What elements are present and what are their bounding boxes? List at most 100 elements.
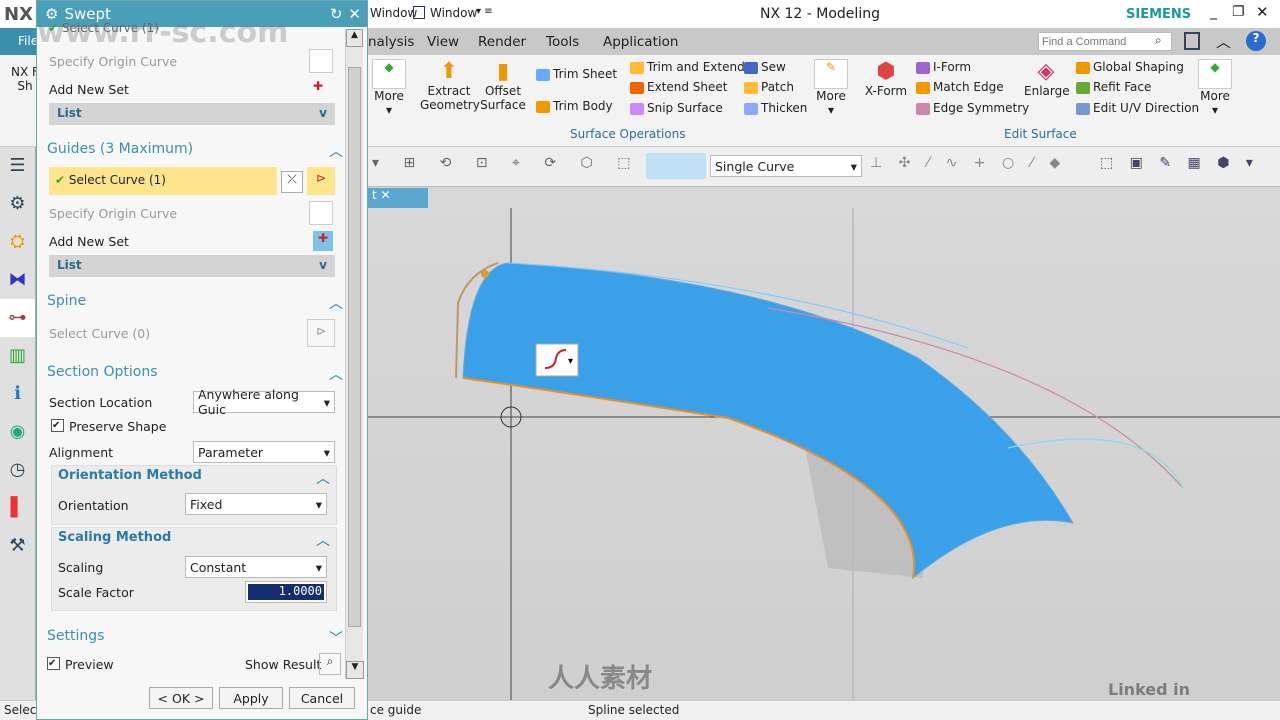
ok-button[interactable]: < OK > [149, 687, 213, 709]
minimize-button[interactable]: _ [1210, 4, 1217, 20]
i-form-button[interactable]: I-Form [916, 60, 971, 74]
spine-curve-select-icon[interactable]: ⊳ [307, 319, 335, 347]
window-layout-icon[interactable] [1184, 32, 1200, 50]
scaling-dropdown[interactable]: Constant ▾ [185, 556, 327, 578]
enlarge-button[interactable]: ◈ Enlarge [1024, 59, 1070, 98]
reverse-direction-icon[interactable]: ⤫ [281, 171, 303, 193]
file-tab[interactable]: File [0, 28, 40, 55]
guides-section-header[interactable]: Guides (3 Maximum) ︿ [47, 141, 343, 160]
list-toggle-1[interactable]: List v [49, 103, 335, 125]
x-form-button[interactable]: ⬢ X-Form [862, 59, 910, 98]
info-feed-icon[interactable]: ℹ [0, 375, 35, 413]
view-tools-icons[interactable]: ⬚ ▣ ✎ ▦ ⬢ ▾ [1100, 155, 1259, 171]
origin-curve-icon-2[interactable] [309, 201, 333, 225]
spine-section-header[interactable]: Spine ︿ [47, 293, 343, 312]
sew-button[interactable]: Sew [744, 60, 786, 74]
history-icon[interactable]: ◷ [0, 451, 35, 489]
extend-sheet-button[interactable]: Extend Sheet [630, 80, 728, 94]
orientation-label: Orientation [58, 498, 129, 513]
add-new-set-button-1[interactable]: ✚ [313, 79, 323, 93]
more-button-3[interactable]: ◆ More ▾ [1198, 59, 1232, 117]
preview-checkbox[interactable]: ✔ [47, 657, 60, 670]
menu-analysis[interactable]: nalysis [368, 34, 414, 50]
menu-view[interactable]: View [427, 34, 459, 50]
snip-surface-button[interactable]: Snip Surface [630, 101, 723, 115]
menu-application[interactable]: Application [603, 34, 678, 50]
show-result-button[interactable]: ⌕ [319, 653, 341, 675]
specify-origin-curve-1[interactable]: Specify Origin Curve [49, 54, 177, 69]
settings-section-header[interactable]: Settings ﹀ [47, 628, 343, 647]
help-icon[interactable]: ? [1246, 31, 1266, 51]
match-edge-button[interactable]: Match Edge [916, 80, 1004, 94]
xform-icon: ⬢ [876, 59, 896, 84]
search-icon[interactable]: ⌕ [1155, 33, 1162, 48]
window-icon [413, 6, 425, 19]
web-browser-icon[interactable]: ◉ [0, 413, 35, 451]
apply-button[interactable]: Apply [219, 687, 283, 709]
patch-button[interactable]: Patch [744, 80, 794, 94]
watermark-site: www.rr-sc.com [37, 15, 289, 50]
orientation-dropdown[interactable]: Fixed ▾ [185, 493, 327, 515]
extract-geometry-button[interactable]: ⬆ Extract Geometry [420, 59, 480, 112]
snap-point-icons[interactable]: ⊥ ✣ ⁄ ∿ + ○ ⁄ ◆ [870, 155, 1066, 171]
cancel-button[interactable]: Cancel [289, 687, 355, 709]
origin-curve-icon[interactable] [309, 49, 333, 73]
scrollbar-thumb[interactable] [348, 67, 361, 627]
menu-render[interactable]: Render [478, 34, 526, 50]
edit-uv-direction-button[interactable]: Edit U/V Direction [1076, 101, 1199, 115]
refit-face-button[interactable]: Refit Face [1076, 80, 1151, 94]
global-shaping-button[interactable]: Global Shaping [1076, 60, 1184, 74]
window-menu-text[interactable]: Window [370, 6, 417, 20]
scale-factor-label: Scale Factor [58, 585, 134, 600]
constraint-navigator-icon[interactable]: ⧓ [0, 261, 35, 299]
curve-rule-dropdown[interactable]: Single Curve ▾ [710, 155, 862, 177]
guide-select-curve[interactable]: ✔ Select Curve (1) [49, 167, 277, 195]
dialog-scrollbar[interactable]: ▲ ▼ [345, 29, 364, 679]
preserve-shape-checkbox[interactable]: ✔ [51, 419, 64, 432]
alignment-dropdown[interactable]: Parameter ▾ [193, 441, 335, 463]
specify-origin-curve-2[interactable]: Specify Origin Curve [49, 206, 177, 221]
add-new-set-button-2[interactable]: ✚ [313, 231, 333, 251]
section-location-dropdown[interactable]: Anywhere along Guic ▾ [193, 387, 335, 417]
orientation-method-header[interactable]: Orientation Method [58, 468, 202, 483]
reset-icon[interactable]: ↻ [330, 5, 343, 23]
part-navigator-active-icon[interactable]: ⊶ [0, 299, 35, 337]
collapse-icon[interactable]: ︿ [316, 530, 330, 550]
snap-toggle-icons[interactable] [646, 153, 706, 179]
section-options-header[interactable]: Section Options ︿ [47, 364, 343, 383]
assembly-navigator-icon[interactable]: ⛭ [0, 223, 35, 261]
spine-select-curve[interactable]: Select Curve (0) [49, 326, 150, 341]
more-button-1[interactable]: ◆ More ▾ [372, 59, 406, 117]
trim-body-button[interactable]: Trim Body [536, 99, 613, 113]
reuse-library-icon[interactable]: ▥ [0, 337, 35, 375]
collapse-ribbon-icon[interactable]: ︿ [1216, 31, 1231, 52]
restore-button[interactable]: ❐ [1232, 4, 1245, 20]
list-toggle-2[interactable]: List v [49, 255, 335, 277]
trim-sheet-button[interactable]: Trim Sheet [536, 67, 617, 81]
part-navigator-icon[interactable]: ☰ [0, 147, 35, 185]
graphics-viewport[interactable]: t ✕ ▾ 人人素材 Linked in LEARNING [368, 188, 1280, 718]
menu-tools[interactable]: Tools [546, 34, 579, 50]
selection-tools-icons[interactable]: ▾ ⊞ ⟲ ⊡ ⌖ ⟳ ⬡ ⬚ [372, 155, 640, 171]
offset-surface-button[interactable]: ▮ Offset Surface [480, 59, 526, 112]
watermark-brand: 人人素材 [548, 664, 653, 694]
model-view: ▾ [368, 208, 1280, 700]
scaling-label: Scaling [58, 560, 104, 575]
more-button-2[interactable]: ✎ More ▾ [814, 59, 848, 117]
collapse-icon[interactable]: ︿ [316, 468, 330, 488]
edge-symmetry-button[interactable]: Edge Symmetry [916, 101, 1029, 115]
close-button[interactable]: ✕ [1256, 3, 1269, 21]
thicken-button[interactable]: Thicken [744, 101, 807, 115]
find-command-input[interactable] [1038, 32, 1172, 51]
trim-extend-button[interactable]: Trim and Extend [630, 60, 745, 74]
preserve-shape-label: Preserve Shape [69, 419, 167, 434]
scaling-method-header[interactable]: Scaling Method [58, 530, 171, 545]
roles-icon[interactable]: ⚒ [0, 527, 35, 565]
curve-select-icon[interactable]: ⊳ [307, 167, 335, 195]
settings-icon[interactable]: ⚙ [0, 185, 35, 223]
dropdown-arrow-icon[interactable]: ▾ ≡ [476, 6, 493, 17]
window-dropdown[interactable]: Window [430, 6, 477, 20]
scale-factor-input[interactable]: 1.0000 [245, 581, 327, 603]
palette-icon[interactable]: ▌ [0, 489, 35, 527]
close-icon[interactable]: ✕ [348, 5, 361, 23]
